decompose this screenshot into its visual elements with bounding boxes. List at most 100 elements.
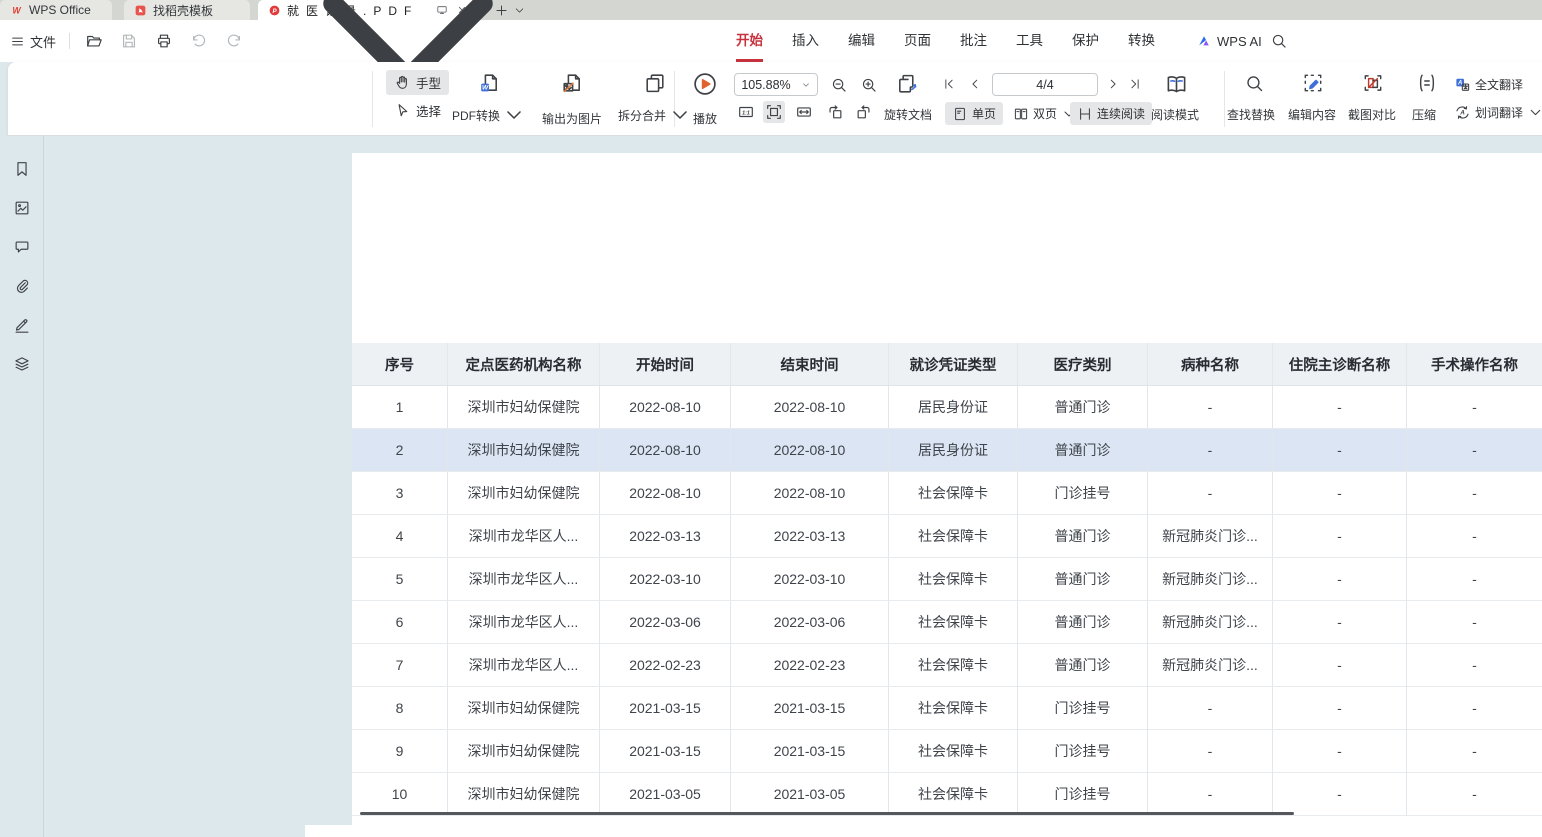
screenshot-compare-button[interactable] — [1361, 71, 1385, 95]
find-replace-label[interactable]: 查找替换 — [1227, 106, 1275, 123]
table-cell: 2022-03-13 — [600, 515, 731, 558]
menu-tab-active[interactable]: 开始 — [736, 20, 763, 62]
table-cell: 深圳市妇幼保健院 — [448, 429, 600, 472]
table-cell: - — [1407, 644, 1542, 687]
open-file-button[interactable] — [83, 30, 105, 52]
menu-tab-item[interactable]: 转换 — [1128, 20, 1155, 62]
layers-icon[interactable] — [13, 355, 31, 373]
table-cell: 居民身份证 — [889, 429, 1018, 472]
table-cell: - — [1273, 386, 1407, 429]
print-button[interactable] — [153, 30, 175, 52]
hand-tool-button[interactable]: 手型 — [386, 70, 449, 95]
wps-ai-logo — [1196, 33, 1212, 49]
read-mode-button[interactable] — [1162, 70, 1190, 98]
wps-office-window: W WPS Office 找稻壳模板 P 就医记录.PDF 文件 — [0, 0, 1542, 837]
compress-button[interactable] — [1415, 71, 1439, 95]
menu-tab-item[interactable]: 页面 — [904, 20, 931, 62]
pdf-canvas[interactable]: 序号定点医药机构名称开始时间结束时间就诊凭证类型医疗类别病种名称住院主诊断名称手… — [44, 136, 1542, 837]
file-menu-button[interactable]: 文件 — [10, 32, 56, 51]
fit-page-button[interactable] — [763, 101, 785, 123]
menu-tab-item[interactable]: 保护 — [1072, 20, 1099, 62]
document-workspace: 序号定点医药机构名称开始时间结束时间就诊凭证类型医疗类别病种名称住院主诊断名称手… — [0, 136, 1542, 837]
table-cell: - — [1273, 515, 1407, 558]
wps-ai-label: WPS AI — [1217, 34, 1262, 49]
first-page-icon — [942, 77, 956, 91]
attachment-icon[interactable] — [13, 277, 31, 295]
page-number-input[interactable]: 4/4 — [992, 73, 1098, 96]
svg-text:W: W — [482, 85, 489, 92]
table-cell: 普通门诊 — [1018, 644, 1148, 687]
table-row: 10深圳市妇幼保健院2021-03-052021-03-05社会保障卡门诊挂号-… — [352, 773, 1542, 816]
word-translate-button[interactable]: A 划词翻译 — [1454, 104, 1542, 121]
pointer-mode-group: 手型 选择 — [386, 70, 449, 123]
table-row: 2深圳市妇幼保健院2022-08-102022-08-10居民身份证普通门诊--… — [352, 429, 1542, 472]
menu-tab-item[interactable]: 工具 — [1016, 20, 1043, 62]
table-cell: 9 — [352, 730, 448, 773]
table-cell: - — [1407, 472, 1542, 515]
zoom-level-select[interactable]: 105.88% — [734, 73, 818, 96]
table-cell: 2022-08-10 — [600, 386, 731, 429]
full-translate-label: 全文翻译 — [1475, 76, 1523, 93]
save-button[interactable] — [118, 30, 140, 52]
rotate-right-button[interactable] — [853, 101, 875, 123]
first-page-button[interactable] — [940, 75, 958, 93]
zoom-out-button[interactable] — [828, 74, 850, 96]
menu-search-button[interactable] — [1270, 32, 1288, 50]
compress-label[interactable]: 压缩 — [1412, 106, 1436, 123]
signature-icon[interactable] — [13, 316, 31, 334]
bookmark-icon[interactable] — [13, 160, 31, 178]
table-cell: - — [1273, 773, 1407, 816]
edit-content-label[interactable]: 编辑内容 — [1288, 106, 1336, 123]
undo-button[interactable] — [188, 30, 210, 52]
continuous-read-button[interactable]: 连续阅读 — [1070, 102, 1152, 125]
menu-tab-item[interactable]: 插入 — [792, 20, 819, 62]
redo-button[interactable] — [223, 30, 245, 52]
select-tool-button[interactable]: 选择 — [386, 98, 449, 123]
table-cell: 社会保障卡 — [889, 472, 1018, 515]
prev-page-button[interactable] — [966, 75, 984, 93]
rotate-doc-label[interactable]: 旋转文档 — [884, 106, 932, 123]
single-page-button[interactable]: 单页 — [945, 102, 1003, 125]
horizontal-scrollbar[interactable] — [305, 825, 1542, 837]
read-mode-label[interactable]: 阅读模式 — [1151, 106, 1199, 123]
table-cell: 8 — [352, 687, 448, 730]
actual-size-button[interactable]: 1:1 — [735, 101, 757, 123]
play-button[interactable]: 播放 — [686, 69, 724, 129]
thumbnail-icon[interactable] — [13, 199, 31, 217]
table-cell: - — [1148, 730, 1273, 773]
svg-text:1:1: 1:1 — [742, 110, 750, 116]
full-translate-button[interactable]: A 全文翻译 — [1454, 76, 1523, 93]
continuous-read-icon — [1077, 106, 1093, 122]
fit-width-button[interactable] — [793, 101, 815, 123]
undo-icon — [190, 32, 208, 50]
export-image-label: 输出为图片 — [542, 110, 602, 127]
table-cell: 社会保障卡 — [889, 515, 1018, 558]
table-cell: 2022-08-10 — [731, 472, 889, 515]
rotate-doc-button[interactable] — [894, 71, 920, 97]
svg-text:W: W — [12, 5, 21, 15]
table-row: 9深圳市妇幼保健院2021-03-152021-03-15社会保障卡门诊挂号--… — [352, 730, 1542, 773]
export-image-button[interactable]: 输出为图片 — [536, 69, 608, 129]
find-replace-button[interactable] — [1242, 71, 1266, 95]
single-page-label: 单页 — [972, 105, 996, 122]
tab-label: 找稻壳模板 — [153, 2, 213, 19]
rotate-left-button[interactable] — [824, 101, 846, 123]
zoom-in-button[interactable] — [858, 74, 880, 96]
menu-tab-item[interactable]: 批注 — [960, 20, 987, 62]
quick-access-bar: 文件 — [10, 20, 558, 62]
convert-group: W PDF转换 输出为图片 拆分合并 — [446, 69, 698, 129]
tab-wps-office[interactable]: W WPS Office — [0, 0, 112, 20]
pdf-convert-button[interactable]: W PDF转换 — [446, 69, 532, 129]
table-cell: 新冠肺炎门诊... — [1148, 601, 1273, 644]
last-page-button[interactable] — [1126, 75, 1144, 93]
menu-tab-item[interactable]: 编辑 — [848, 20, 875, 62]
wps-ai-button[interactable]: WPS AI — [1196, 20, 1262, 62]
comment-icon[interactable] — [13, 238, 31, 256]
tab-docer-templates[interactable]: 找稻壳模板 — [124, 0, 250, 20]
table-cell: 2021-03-15 — [600, 730, 731, 773]
table-cell: 2021-03-05 — [731, 773, 889, 816]
table-cell: 2022-08-10 — [731, 386, 889, 429]
next-page-button[interactable] — [1104, 75, 1122, 93]
screenshot-compare-label[interactable]: 截图对比 — [1348, 106, 1396, 123]
edit-content-button[interactable] — [1301, 71, 1325, 95]
